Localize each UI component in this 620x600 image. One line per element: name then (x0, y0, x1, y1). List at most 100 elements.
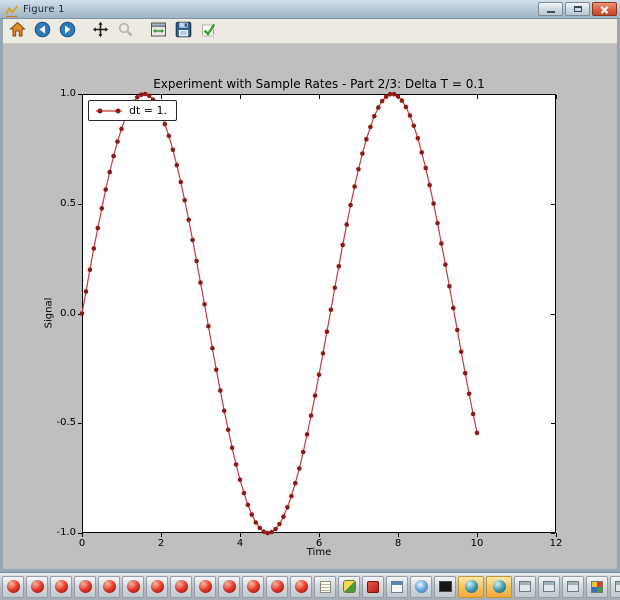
window-title: Figure 1 (23, 3, 65, 15)
toolbar-confirm-button[interactable] (198, 21, 218, 41)
taskbar-button[interactable] (434, 575, 456, 598)
document-icon (391, 580, 403, 593)
figure-blue-dot-icon (464, 580, 478, 593)
taskbar-button[interactable] (50, 575, 72, 598)
red-dot-icon (30, 580, 44, 593)
toolbar-zoom-button[interactable] (115, 21, 135, 41)
desktop: Figure 1 Experiment with Sample Rates - … (0, 0, 620, 600)
y-tick-label: 0.0 (60, 307, 76, 319)
minimize-icon (546, 11, 555, 13)
figure-window: Figure 1 Experiment with Sample Rates - … (0, 0, 620, 572)
red-app-icon (367, 580, 379, 593)
toolbar-forward-button[interactable] (57, 21, 77, 41)
subplots-icon (150, 21, 167, 41)
maximize-icon (573, 6, 582, 12)
taskbar-button[interactable] (122, 575, 144, 598)
taskbar-button[interactable] (266, 575, 288, 598)
taskbar-button[interactable] (362, 575, 384, 598)
x-tick-label: 10 (470, 538, 484, 549)
minimize-button[interactable] (538, 2, 563, 16)
green-check-icon (200, 21, 217, 41)
notepad-icon (319, 580, 331, 593)
window-controls (538, 2, 617, 16)
console-icon (438, 581, 452, 592)
red-dot-icon (174, 580, 188, 593)
y-tick-label: -1.0 (56, 527, 76, 538)
taskbar-button[interactable] (314, 575, 336, 598)
red-dot-icon (78, 580, 92, 593)
figure-blue-dot-icon (492, 580, 506, 593)
taskbar-button[interactable] (338, 575, 360, 598)
pan-arrows-icon (92, 21, 109, 41)
python-icon (342, 580, 356, 593)
toolbar-back-button[interactable] (32, 21, 52, 41)
taskbar-button[interactable] (610, 575, 620, 598)
matplotlib-icon (5, 3, 19, 17)
red-dot-icon (126, 580, 140, 593)
red-dot-icon (294, 580, 308, 593)
toolbar-configure-subplots-button[interactable] (148, 21, 168, 41)
taskbar-button[interactable] (562, 575, 584, 598)
red-dot-icon (54, 580, 68, 593)
red-dot-icon (246, 580, 260, 593)
red-dot-icon (150, 580, 164, 593)
zoom-magnifier-icon (117, 21, 134, 41)
taskbar-button[interactable] (146, 575, 168, 598)
window-gray-icon (543, 581, 555, 592)
red-dot-icon (102, 580, 116, 593)
titlebar[interactable]: Figure 1 (0, 0, 620, 19)
legend-line-sample (96, 108, 122, 113)
close-button[interactable] (592, 2, 617, 16)
plot-title: Experiment with Sample Rates - Part 2/3:… (153, 77, 485, 91)
taskbar-button[interactable] (410, 575, 432, 598)
toolbar-home-button[interactable] (7, 21, 27, 41)
red-dot-icon (6, 580, 20, 593)
plot-area[interactable] (82, 94, 556, 533)
x-tick-label: 2 (157, 538, 165, 549)
picture-icon (591, 580, 603, 593)
red-dot-icon (198, 580, 212, 593)
window-client-area: Experiment with Sample Rates - Part 2/3:… (0, 19, 620, 572)
save-floppy-icon (175, 21, 192, 41)
taskbar-button[interactable] (26, 575, 48, 598)
red-dot-icon (222, 580, 236, 593)
x-tick-label: 12 (549, 538, 563, 549)
taskbar-button[interactable] (586, 575, 608, 598)
home-icon (8, 21, 26, 41)
taskbar-button[interactable] (486, 575, 512, 598)
x-tick-label: 0 (78, 538, 86, 549)
legend-label: dt = 1. (129, 104, 168, 117)
taskbar-button[interactable] (194, 575, 216, 598)
window-gray-icon (567, 581, 579, 592)
taskbar-button[interactable] (2, 575, 24, 598)
x-tick-label: 8 (394, 538, 402, 549)
taskbar-button[interactable] (458, 575, 484, 598)
window-gray-icon (519, 581, 531, 592)
taskbar-button[interactable] (290, 575, 312, 598)
globe-icon (414, 580, 428, 593)
toolbar-save-button[interactable] (173, 21, 193, 41)
y-tick-label: 1.0 (60, 88, 76, 99)
forward-arrow-icon (59, 21, 76, 41)
taskbar-button[interactable] (170, 575, 192, 598)
taskbar-button[interactable] (514, 575, 536, 598)
x-tick-label: 6 (315, 538, 323, 549)
plot-toolbar (3, 19, 617, 44)
toolbar-pan-button[interactable] (90, 21, 110, 41)
taskbar-button[interactable] (98, 575, 120, 598)
window-gray-icon (615, 581, 620, 592)
taskbar-button[interactable] (386, 575, 408, 598)
taskbar-button[interactable] (538, 575, 560, 598)
taskbar-button[interactable] (242, 575, 264, 598)
close-icon (600, 5, 609, 14)
x-tick-label: 4 (236, 538, 244, 549)
maximize-button[interactable] (565, 2, 590, 16)
figure-canvas[interactable]: Experiment with Sample Rates - Part 2/3:… (3, 44, 617, 569)
taskbar-button[interactable] (218, 575, 240, 598)
y-tick-label: -0.5 (56, 417, 76, 429)
legend: dt = 1. (88, 100, 178, 121)
taskbar (0, 572, 620, 600)
back-arrow-icon (34, 21, 51, 41)
red-dot-icon (270, 580, 284, 593)
taskbar-button[interactable] (74, 575, 96, 598)
